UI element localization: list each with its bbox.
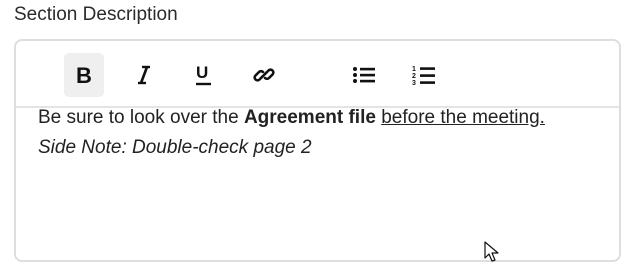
numbered-list-button[interactable]: 1 2 3 (404, 53, 444, 97)
editor-content[interactable]: Be sure to look over the Agreement file … (38, 103, 578, 163)
underline-icon: U (193, 63, 215, 87)
editor-toolbar: B U 1 2 3 (16, 41, 619, 108)
body-text: Be sure to look over the (38, 107, 244, 128)
bulleted-list-button[interactable] (344, 53, 384, 97)
numbered-list-icon: 1 2 3 (412, 64, 436, 86)
mouse-pointer-icon (484, 241, 500, 268)
link-button[interactable] (244, 53, 284, 97)
bold-text: Agreement file (243, 107, 376, 128)
italic-note: Side Note: Double-check page 2 (38, 137, 312, 158)
svg-text:B: B (76, 64, 92, 86)
underlined-text: before the meeting. (381, 107, 545, 128)
bold-button[interactable]: B (64, 53, 104, 97)
underline-button[interactable]: U (184, 53, 224, 97)
bold-icon: B (74, 64, 94, 86)
bulleted-list-icon (352, 65, 376, 85)
section-description-label: Section Description (14, 4, 178, 25)
italic-icon (134, 64, 154, 86)
italic-button[interactable] (124, 53, 164, 97)
content-paragraph: Be sure to look over the Agreement file … (38, 103, 578, 133)
svg-text:U: U (196, 63, 208, 82)
svg-text:3: 3 (412, 80, 416, 86)
svg-text:1: 1 (412, 66, 416, 73)
link-icon (253, 64, 275, 86)
svg-text:2: 2 (412, 73, 416, 80)
